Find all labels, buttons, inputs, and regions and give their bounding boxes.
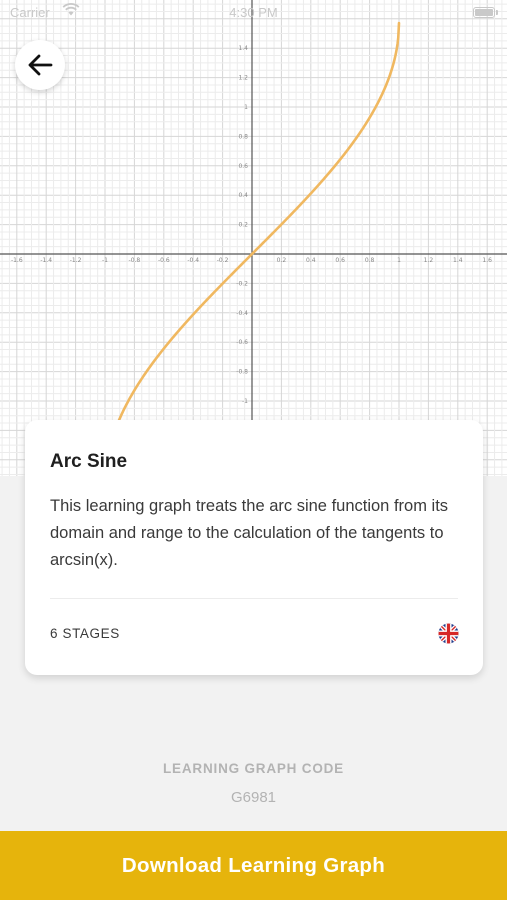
y-tick-label: -0.4 bbox=[236, 310, 248, 317]
y-tick-label: 1.2 bbox=[238, 75, 248, 82]
x-tick-label: 0.6 bbox=[335, 257, 345, 264]
y-tick-label: 0.6 bbox=[238, 163, 248, 170]
card-divider bbox=[50, 598, 458, 599]
x-tick-label: 0.2 bbox=[277, 257, 287, 264]
graph-code-label: LEARNING GRAPH CODE bbox=[163, 761, 344, 776]
battery-tip bbox=[496, 10, 498, 15]
y-tick-label: 0.2 bbox=[238, 222, 248, 229]
graph-area: -1.6 -1.4 -1.2 -1 -0.8 -0.6 -0.4 -0.2 0.2 0.4 0.6 0… bbox=[0, 0, 507, 476]
arrow-left-icon bbox=[27, 54, 53, 76]
learning-graph-card[interactable]: Arc Sine This learning graph treats the … bbox=[25, 420, 483, 675]
function-graph: -1.6 -1.4 -1.2 -1 -0.8 -0.6 -0.4 -0.2 0.2 0.4 0.6 0… bbox=[0, 0, 507, 476]
x-tick-label: -0.8 bbox=[129, 257, 141, 264]
x-tick-label: 1.6 bbox=[482, 257, 492, 264]
x-tick-label: -0.2 bbox=[217, 257, 229, 264]
uk-flag-icon bbox=[438, 623, 459, 644]
card-title: Arc Sine bbox=[50, 451, 128, 472]
x-tick-label: 0.4 bbox=[306, 257, 316, 264]
back-button[interactable] bbox=[15, 40, 65, 90]
status-bar: Carrier 4:30 PM bbox=[0, 0, 507, 28]
x-tick-label: -1.2 bbox=[70, 257, 82, 264]
x-tick-label: 1 bbox=[397, 257, 401, 264]
card-description: This learning graph treats the arc sine … bbox=[50, 497, 449, 569]
graph-code-value: G6981 bbox=[230, 789, 277, 806]
y-tick-label: 0.8 bbox=[238, 133, 248, 140]
x-tick-label: 0.8 bbox=[365, 257, 375, 264]
x-tick-label: -1 bbox=[102, 257, 108, 264]
y-tick-label: -0.8 bbox=[236, 369, 248, 376]
y-tick-label: -1 bbox=[242, 398, 248, 405]
battery-icon bbox=[473, 7, 495, 18]
status-time: 4:30 PM bbox=[229, 5, 278, 20]
y-tick-label: -0.2 bbox=[236, 280, 248, 287]
y-tick-label: 0.4 bbox=[238, 192, 248, 199]
y-tick-label: 1.4 bbox=[238, 45, 248, 52]
x-tick-label: -0.4 bbox=[187, 257, 199, 264]
y-tick-label: -0.6 bbox=[236, 339, 248, 346]
x-tick-label: -1.4 bbox=[40, 257, 52, 264]
download-button-label: Download Learning Graph bbox=[121, 853, 386, 877]
x-tick-label: -1.6 bbox=[11, 257, 23, 264]
x-tick-label: 1.4 bbox=[453, 257, 463, 264]
download-button[interactable]: Download Learning Graph bbox=[0, 831, 507, 900]
y-tick-label: 1 bbox=[244, 104, 248, 111]
grid-lines bbox=[0, 0, 507, 476]
stages-count: 6 STAGES bbox=[50, 626, 120, 641]
x-tick-label: 1.2 bbox=[424, 257, 434, 264]
x-tick-label: -0.6 bbox=[158, 257, 170, 264]
